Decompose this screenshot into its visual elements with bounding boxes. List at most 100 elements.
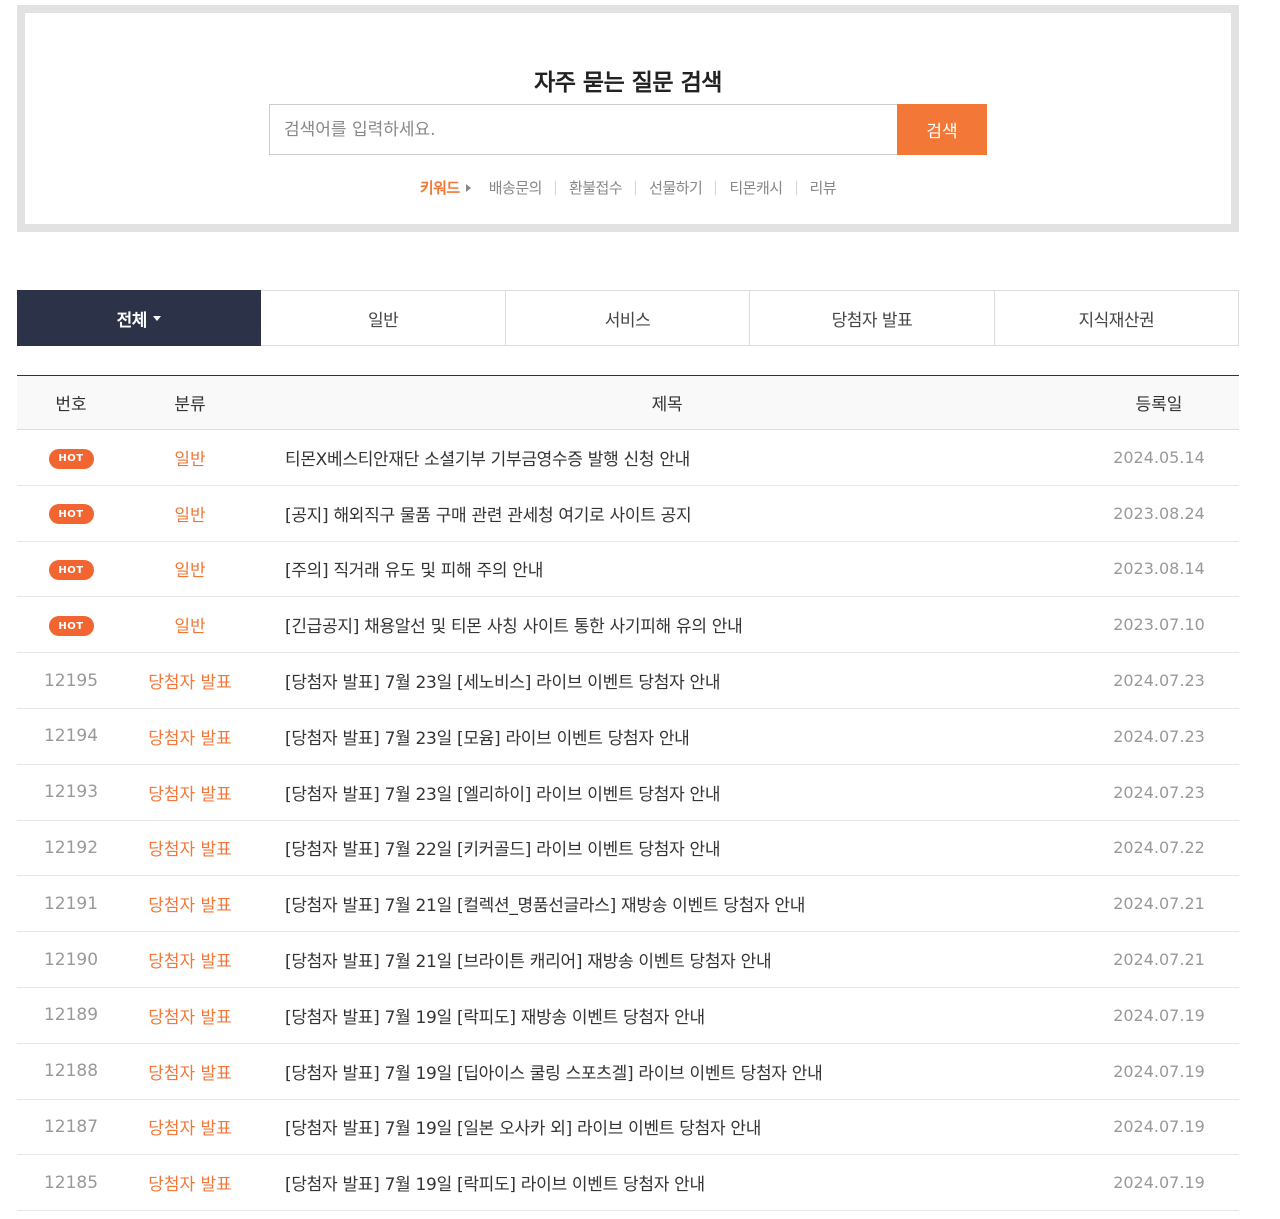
row-title-link[interactable]: [당첨자 발표] 7월 21일 [컬렉션_명품선글라스] 재방송 이벤트 당첨자… <box>255 891 1079 916</box>
category-tabs: 전체 일반 서비스 당첨자 발표 지식재산권 <box>17 290 1240 346</box>
hot-badge: HOT <box>48 560 94 581</box>
row-number: 12192 <box>43 837 99 858</box>
notice-board: 번호 분류 제목 등록일 HOT 일반 티몬X베스티안재단 소셜기부 기부금영수증 … <box>17 375 1239 1212</box>
row-title-link[interactable]: [당첨자 발표] 7월 19일 [락피도] 재방송 이벤트 당첨자 안내 <box>255 1003 1079 1028</box>
table-body: HOT 일반 티몬X베스티안재단 소셜기부 기부금영수증 발행 신청 안내 2024.… <box>17 430 1239 1212</box>
row-category: 당첨자 발표 <box>148 1119 232 1140</box>
keyword-link[interactable]: 리뷰 <box>810 177 837 198</box>
row-category: 당첨자 발표 <box>148 728 232 749</box>
header-no: 번호 <box>55 395 87 415</box>
header-title: 제목 <box>651 395 683 415</box>
row-number: 12185 <box>43 1172 99 1193</box>
row-category: 당첨자 발표 <box>148 1063 232 1084</box>
row-title-link[interactable]: [당첨자 발표] 7월 23일 [세노비스] 라이브 이벤트 당첨자 안내 <box>255 668 1079 693</box>
keyword-divider <box>635 180 637 195</box>
keyword-link[interactable]: 환불접수 <box>569 177 623 198</box>
row-title-link[interactable]: [당첨자 발표] 7월 23일 [엘리하이] 라이브 이벤트 당첨자 안내 <box>255 780 1079 805</box>
row-date: 2024.07.21 <box>1113 894 1205 914</box>
row-number: HOT <box>17 558 125 581</box>
row-title-link[interactable]: [긴급공지] 채용알선 및 티몬 사칭 사이트 통한 사기피해 유의 안내 <box>255 612 1079 637</box>
row-number: HOT <box>17 502 125 525</box>
row-title-link[interactable]: [당첨자 발표] 7월 21일 [브라이튼 캐리어] 재방송 이벤트 당첨자 안… <box>255 947 1079 972</box>
tab-all[interactable]: 전체 <box>17 290 262 346</box>
keyword-link[interactable]: 티몬캐시 <box>729 177 783 198</box>
tab-label: 지식재산권 <box>1078 310 1155 331</box>
tab-label: 서비스 <box>604 310 651 331</box>
search-row: 검색 <box>269 104 987 155</box>
table-row[interactable]: 12188 당첨자 발표 [당첨자 발표] 7월 19일 [딥아이스 쿨링 스포츠겔… <box>17 1044 1239 1100</box>
row-date: 2024.07.19 <box>1113 1061 1205 1081</box>
table-row[interactable]: 12192 당첨자 발표 [당첨자 발표] 7월 22일 [키커골드] 라이브 이벤… <box>17 821 1239 877</box>
row-title-link[interactable]: [당첨자 발표] 7월 19일 [락피도] 라이브 이벤트 당첨자 안내 <box>255 1170 1079 1195</box>
table-header: 번호 분류 제목 등록일 <box>17 375 1239 430</box>
row-date: 2024.07.23 <box>1113 782 1205 802</box>
table-row[interactable]: 12195 당첨자 발표 [당첨자 발표] 7월 23일 [세노비스] 라이브 이벤… <box>17 653 1239 709</box>
tab-winners[interactable]: 당첨자 발표 <box>750 290 995 346</box>
row-title-link[interactable]: [주의] 직거래 유도 및 피해 주의 안내 <box>255 556 1079 581</box>
row-number: 12188 <box>43 1061 99 1082</box>
table-row[interactable]: HOT 일반 [주의] 직거래 유도 및 피해 주의 안내 2023.08.14 <box>17 542 1239 598</box>
row-date: 2024.07.21 <box>1113 950 1205 970</box>
table-row[interactable]: 12194 당첨자 발표 [당첨자 발표] 7월 23일 [모윰] 라이브 이벤트 … <box>17 709 1239 765</box>
row-number: 12190 <box>43 949 99 970</box>
search-input[interactable] <box>269 104 897 155</box>
table-row[interactable]: 12191 당첨자 발표 [당첨자 발표] 7월 21일 [컬렉션_명품선글라스] … <box>17 876 1239 933</box>
hot-badge: HOT <box>48 448 94 469</box>
row-number: HOT <box>17 614 125 637</box>
tab-general[interactable]: 일반 <box>261 290 506 346</box>
row-category: 당첨자 발표 <box>148 896 232 917</box>
row-title-link[interactable]: [당첨자 발표] 7월 19일 [일본 오사카 외] 라이브 이벤트 당첨자 안… <box>255 1114 1079 1139</box>
row-date: 2024.07.19 <box>1113 1005 1205 1025</box>
row-date: 2024.07.19 <box>1113 1117 1205 1137</box>
keyword-link[interactable]: 배송문의 <box>489 177 543 198</box>
row-number: 12187 <box>43 1116 99 1137</box>
faq-search-panel: 자주 묻는 질문 검색 검색 키워드 배송문의 환불접수 선물하기 티몬캐시 리… <box>17 5 1239 232</box>
row-category: 당첨자 발표 <box>148 784 232 805</box>
tab-service[interactable]: 서비스 <box>505 290 751 346</box>
table-row[interactable]: HOT 일반 [긴급공지] 채용알선 및 티몬 사칭 사이트 통한 사기피해 유의 … <box>17 597 1239 654</box>
row-category: 당첨자 발표 <box>148 673 232 694</box>
keyword-divider <box>715 180 717 195</box>
caret-down-icon <box>152 315 161 321</box>
row-category: 일반 <box>174 561 206 582</box>
row-title-link[interactable]: [당첨자 발표] 7월 19일 [딥아이스 쿨링 스포츠겔] 라이브 이벤트 당… <box>255 1059 1079 1084</box>
keyword-divider <box>554 180 556 195</box>
row-date: 2023.08.24 <box>1113 503 1205 523</box>
row-category: 일반 <box>174 505 206 526</box>
header-category: 분류 <box>174 395 206 415</box>
table-row[interactable]: 12193 당첨자 발표 [당첨자 발표] 7월 23일 [엘리하이] 라이브 이벤… <box>17 765 1239 821</box>
caret-right-icon <box>465 183 471 192</box>
row-category: 당첨자 발표 <box>148 1007 232 1028</box>
keyword-label: 키워드 <box>419 179 460 197</box>
table-row[interactable]: 12185 당첨자 발표 [당첨자 발표] 7월 19일 [락피도] 라이브 이벤트… <box>17 1155 1239 1212</box>
tab-label: 당첨자 발표 <box>831 310 913 331</box>
row-title-link[interactable]: [당첨자 발표] 7월 23일 [모윰] 라이브 이벤트 당첨자 안내 <box>255 724 1079 749</box>
keyword-link[interactable]: 선물하기 <box>649 177 703 198</box>
tab-ip-rights[interactable]: 지식재산권 <box>994 290 1240 346</box>
table-row[interactable]: HOT 일반 [공지] 해외직구 물품 구매 관련 관세청 여기로 사이트 공지 20… <box>17 486 1239 542</box>
search-title: 자주 묻는 질문 검색 <box>534 70 722 96</box>
hot-badge: HOT <box>48 504 94 525</box>
keyword-divider <box>795 180 797 195</box>
row-date: 2024.07.19 <box>1113 1173 1205 1193</box>
row-date: 2024.05.14 <box>1113 447 1205 467</box>
row-category: 일반 <box>174 617 206 638</box>
keyword-row: 키워드 배송문의 환불접수 선물하기 티몬캐시 리뷰 <box>25 177 1231 198</box>
search-button[interactable]: 검색 <box>897 104 987 155</box>
row-number: 12191 <box>43 893 99 914</box>
row-date: 2024.07.23 <box>1113 726 1205 746</box>
table-row[interactable]: 12189 당첨자 발표 [당첨자 발표] 7월 19일 [락피도] 재방송 이벤트… <box>17 988 1239 1044</box>
row-number: 12193 <box>43 782 99 803</box>
hot-badge: HOT <box>48 616 94 637</box>
table-row[interactable]: 12187 당첨자 발표 [당첨자 발표] 7월 19일 [일본 오사카 외] 라이… <box>17 1100 1239 1156</box>
row-category: 당첨자 발표 <box>148 952 232 973</box>
row-title-link[interactable]: [공지] 해외직구 물품 구매 관련 관세청 여기로 사이트 공지 <box>255 501 1079 526</box>
row-title-link[interactable]: [당첨자 발표] 7월 22일 [키커골드] 라이브 이벤트 당첨자 안내 <box>255 835 1079 860</box>
row-date: 2024.07.23 <box>1113 671 1205 691</box>
table-row[interactable]: HOT 일반 티몬X베스티안재단 소셜기부 기부금영수증 발행 신청 안내 2024.… <box>17 430 1239 486</box>
table-row[interactable]: 12190 당첨자 발표 [당첨자 발표] 7월 21일 [브라이튼 캐리어] 재방… <box>17 932 1239 988</box>
header-date: 등록일 <box>1135 395 1183 415</box>
row-number: 12194 <box>43 726 99 747</box>
row-category: 당첨자 발표 <box>148 1175 232 1196</box>
row-title-link[interactable]: 티몬X베스티안재단 소셜기부 기부금영수증 발행 신청 안내 <box>255 445 1079 470</box>
